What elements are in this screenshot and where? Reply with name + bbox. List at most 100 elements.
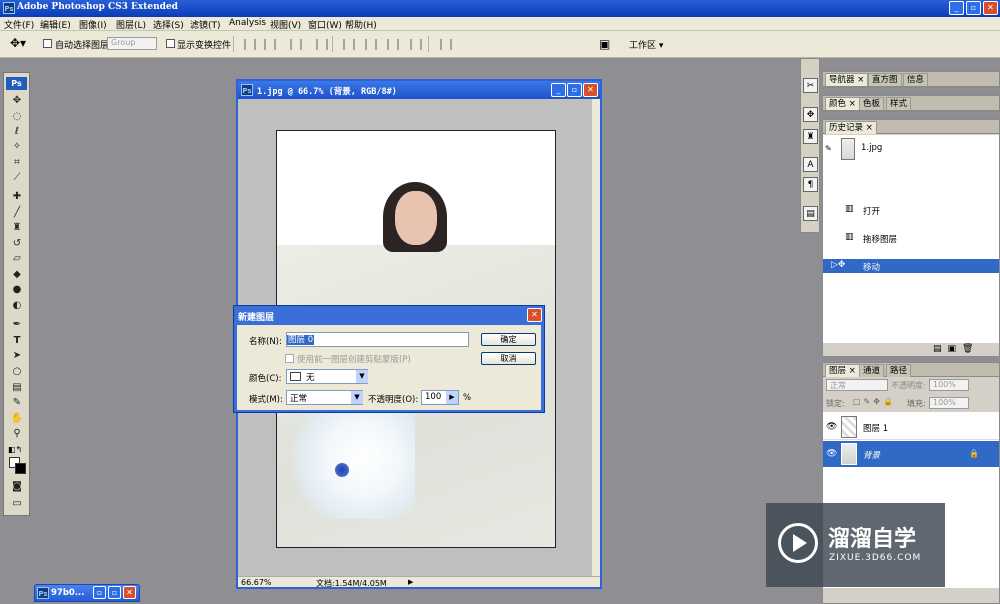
close-button[interactable]: ✕: [983, 1, 998, 15]
workspace-menu[interactable]: 工作区 ▾: [629, 38, 663, 51]
menu-help[interactable]: 帮助(H): [345, 18, 377, 31]
layer-name-input[interactable]: 图层 0: [286, 332, 469, 347]
tab-history[interactable]: 历史记录 ×: [825, 121, 877, 134]
layer-row-selected[interactable]: 👁 背景 🔒: [823, 441, 999, 467]
dialog-close-button[interactable]: ✕: [527, 308, 542, 322]
menu-window[interactable]: 窗口(W): [308, 18, 342, 31]
document-title-bar[interactable]: Ps 1.jpg @ 66.7% (背景, RGB/8#) _ ▫ ✕: [238, 81, 600, 99]
notes-tool-icon[interactable]: ▤: [9, 382, 25, 394]
vertical-scrollbar[interactable]: [592, 99, 600, 576]
auto-select-dropdown[interactable]: Group: [107, 37, 157, 50]
eye-icon[interactable]: 👁: [826, 422, 837, 432]
hand-tool-icon[interactable]: ✋: [9, 413, 25, 425]
auto-align-icon[interactable]: [440, 39, 452, 50]
distribute-left-icon[interactable]: [387, 39, 399, 50]
paint-bucket-icon[interactable]: ◆: [9, 269, 25, 281]
lock-icons[interactable]: □✎✥🔒: [853, 397, 896, 406]
tab-paths[interactable]: 路径: [886, 364, 912, 377]
document-size[interactable]: 文档:1.54M/4.05M: [316, 578, 387, 589]
align-vcenter-icon[interactable]: [264, 39, 276, 50]
doc-minimize-button[interactable]: _: [551, 83, 566, 97]
minimized-restore-button[interactable]: ▫: [93, 586, 106, 599]
layer-opacity-field[interactable]: 100%: [929, 379, 969, 391]
dodge-tool-icon[interactable]: ◐: [9, 300, 25, 312]
default-colors-icon[interactable]: ◧↰: [8, 445, 22, 454]
zoom-level[interactable]: 66.67%: [241, 578, 272, 587]
align-left-icon[interactable]: [316, 39, 328, 50]
layer-row[interactable]: 👁 图层 1: [823, 414, 999, 440]
dialog-title-bar[interactable]: 新建图层 ✕: [234, 306, 544, 324]
clone-stamp-icon[interactable]: ♜: [9, 222, 25, 234]
cancel-button[interactable]: 取消: [481, 352, 536, 365]
doc-maximize-button[interactable]: ▫: [567, 83, 582, 97]
opacity-slider-arrow-icon[interactable]: ▶: [446, 391, 458, 404]
tab-layers[interactable]: 图层 ×: [825, 364, 860, 377]
clipping-mask-checkbox[interactable]: [285, 354, 294, 363]
show-transform-checkbox[interactable]: [166, 39, 175, 48]
type-tool-icon[interactable]: T: [9, 335, 25, 347]
character-icon[interactable]: A: [803, 157, 818, 172]
history-footer-icons[interactable]: ▤▣🗑: [933, 344, 979, 354]
move-tool-icon[interactable]: ✥: [9, 95, 25, 107]
tab-info[interactable]: 信息: [903, 73, 929, 86]
tab-channels[interactable]: 通道: [859, 364, 885, 377]
align-top-icon[interactable]: [244, 39, 256, 50]
color-dropdown[interactable]: 无 ▼: [286, 369, 368, 384]
eraser-icon[interactable]: ▱: [9, 253, 25, 265]
background-color-swatch[interactable]: [15, 463, 26, 474]
eye-icon[interactable]: 👁: [826, 449, 837, 459]
restore-button[interactable]: ▫: [966, 1, 981, 15]
minimized-close-button[interactable]: ✕: [123, 586, 136, 599]
menu-select[interactable]: 选择(S): [153, 18, 184, 31]
menu-image[interactable]: 图像(I): [79, 18, 107, 31]
menu-layer[interactable]: 图层(L): [116, 18, 146, 31]
status-menu-arrow-icon[interactable]: ▶: [408, 578, 413, 586]
history-row[interactable]: ▥ 拖移图层: [823, 231, 999, 245]
lasso-tool-icon[interactable]: ℓ: [9, 126, 25, 138]
brush-tool-icon[interactable]: ╱: [9, 207, 25, 219]
crop-tool-icon[interactable]: ⌗: [9, 157, 25, 169]
eyedropper-icon[interactable]: ✎: [9, 397, 25, 409]
path-select-icon[interactable]: ➤: [9, 350, 25, 362]
paragraph-icon[interactable]: ¶: [803, 177, 818, 192]
healing-brush-icon[interactable]: ✚: [9, 191, 25, 203]
align-bottom-icon[interactable]: [290, 39, 302, 50]
tab-histogram[interactable]: 直方图: [868, 73, 902, 86]
tab-color[interactable]: 颜色 ×: [825, 97, 860, 110]
tab-swatches[interactable]: 色板: [859, 97, 885, 110]
history-snapshot-row[interactable]: ✎ 1.jpg: [823, 137, 999, 163]
doc-close-button[interactable]: ✕: [583, 83, 598, 97]
screen-mode-icon[interactable]: ▭: [9, 498, 25, 510]
file-browser-icon[interactable]: ▣: [599, 37, 610, 51]
fill-field[interactable]: 100%: [929, 397, 969, 409]
layer-comps-icon[interactable]: ▤: [803, 206, 818, 221]
minimized-document-window[interactable]: Ps 97b0... ▫ ▫ ✕: [34, 584, 140, 602]
menu-filter[interactable]: 滤镜(T): [190, 18, 221, 31]
history-row[interactable]: ▥ 打开: [823, 203, 999, 217]
menu-analysis[interactable]: Analysis: [229, 18, 266, 28]
shape-tool-icon[interactable]: ○: [9, 366, 25, 378]
pen-tool-icon[interactable]: ✒: [9, 319, 25, 331]
menu-view[interactable]: 视图(V): [270, 18, 301, 31]
quick-mask-icon[interactable]: ◙: [9, 481, 25, 493]
distribute-top-icon[interactable]: [343, 39, 355, 50]
tab-styles[interactable]: 样式: [886, 97, 912, 110]
move-tool-preset-icon[interactable]: ✥▾: [10, 36, 26, 50]
tools-preset-icon[interactable]: ✂: [803, 78, 818, 93]
minimized-maximize-button[interactable]: ▫: [108, 586, 121, 599]
history-brush-icon[interactable]: ↺: [9, 238, 25, 250]
minimize-button[interactable]: _: [949, 1, 964, 15]
menu-edit[interactable]: 编辑(E): [40, 18, 71, 31]
tab-navigator[interactable]: 导航器 ×: [825, 73, 869, 86]
auto-select-checkbox[interactable]: [43, 39, 52, 48]
distribute-right-icon[interactable]: [410, 39, 422, 50]
brushes-icon[interactable]: ✥: [803, 107, 818, 122]
distribute-center-icon[interactable]: [365, 39, 377, 50]
opacity-input[interactable]: 100 ▶: [421, 390, 459, 405]
magic-wand-icon[interactable]: ✧: [9, 141, 25, 153]
zoom-tool-icon[interactable]: ⚲: [9, 428, 25, 440]
blend-mode-dropdown[interactable]: 正常: [826, 379, 888, 391]
clone-source-icon[interactable]: ♜: [803, 129, 818, 144]
history-row-selected[interactable]: ▷✥ 移动: [823, 259, 999, 273]
slice-tool-icon[interactable]: ⟋: [9, 172, 25, 184]
